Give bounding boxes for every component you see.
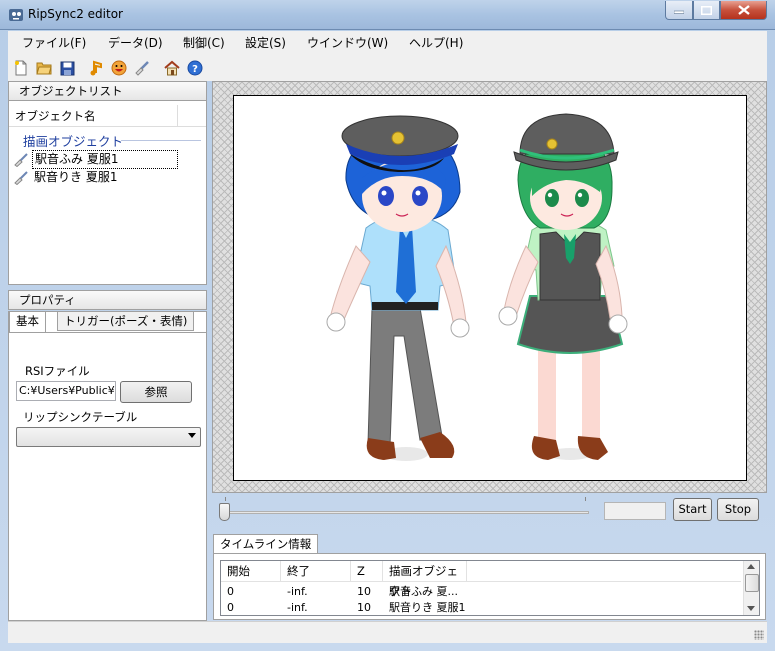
column-header-filler	[178, 105, 206, 127]
cell-start: 0	[227, 585, 234, 598]
title-bar: RipSync2 editor	[0, 0, 775, 30]
stop-button[interactable]: Stop	[717, 498, 759, 521]
canvas-area	[212, 81, 767, 493]
menu-control[interactable]: 制御(C)	[183, 35, 225, 51]
cell-object: 駅音ふみ 夏...	[389, 585, 458, 598]
svg-text:?: ?	[192, 64, 198, 75]
minimize-button[interactable]	[665, 1, 693, 20]
list-item-label: 駅音ふみ 夏服1	[32, 150, 178, 169]
menu-settings[interactable]: 設定(S)	[245, 35, 286, 51]
list-item-label: 駅音りき 夏服1	[34, 170, 118, 184]
new-file-icon[interactable]	[12, 59, 30, 77]
timeline-slider-thumb[interactable]	[219, 503, 230, 521]
cell-start: 0	[227, 601, 234, 614]
cell-z: 10	[357, 601, 371, 614]
timeline-slider-track[interactable]	[221, 511, 589, 514]
resize-grip-icon[interactable]	[754, 630, 764, 640]
brush-icon[interactable]	[133, 59, 151, 77]
menu-data[interactable]: データ(D)	[108, 35, 163, 51]
app-icon	[9, 9, 23, 21]
vertical-scrollbar[interactable]	[743, 561, 759, 615]
slider-tick	[585, 497, 586, 501]
window-title: RipSync2 editor	[28, 7, 123, 21]
tab-timeline-info[interactable]: タイムライン情報	[213, 534, 319, 554]
cell-end: -inf.	[287, 601, 308, 614]
group-label: 描画オブジェクト	[23, 134, 124, 149]
maximize-icon	[701, 5, 712, 15]
cell-z: 10	[357, 585, 371, 598]
character-preview-image	[326, 113, 628, 461]
cell-object: 駅音りき 夏服1	[389, 601, 466, 614]
start-button[interactable]: Start	[673, 498, 712, 521]
brush-icon	[14, 170, 28, 185]
lipsync-table-label: リップシンクテーブル	[23, 410, 138, 424]
close-button[interactable]	[720, 1, 767, 20]
tab-body: RSIファイル C:¥Users¥Public¥D 参照 リップシンクテーブル	[9, 332, 206, 620]
close-icon	[737, 5, 750, 15]
music-note-icon[interactable]	[87, 59, 105, 77]
scrollbar-thumb[interactable]	[745, 574, 759, 592]
menu-file[interactable]: ファイル(F)	[22, 35, 86, 51]
rsi-file-field[interactable]: C:¥Users¥Public¥D	[16, 381, 116, 401]
timeline-list[interactable]: 開始 終了 Z 描画オブジェクト 0 -inf. 10 駅音ふみ 夏... 0 …	[220, 560, 760, 616]
save-icon[interactable]	[58, 59, 76, 77]
list-item[interactable]: 駅音ふみ 夏服1	[14, 150, 178, 169]
rsi-file-label: RSIファイル	[25, 364, 90, 378]
timeline-header: 開始 終了 Z 描画オブジェクト	[221, 561, 741, 598]
character-fumi	[326, 115, 470, 461]
column-header-end[interactable]: 終了	[281, 561, 351, 582]
table-row[interactable]: 0 -inf. 10 駅音ふみ 夏...	[221, 584, 741, 599]
column-header-z[interactable]: Z	[351, 561, 383, 582]
table-row[interactable]: 0 -inf. 10 駅音りき 夏服1	[221, 600, 741, 615]
help-icon[interactable]: ?	[186, 59, 204, 77]
preview-canvas[interactable]	[233, 95, 747, 481]
toolbar: ?	[8, 55, 767, 81]
tab-trigger[interactable]: トリガー(ポーズ・表情)	[57, 311, 195, 331]
character-riki	[498, 113, 628, 460]
open-folder-icon[interactable]	[35, 59, 53, 77]
slider-tick	[225, 497, 226, 501]
home-icon[interactable]	[163, 59, 181, 77]
list-item[interactable]: 駅音りき 夏服1	[14, 169, 119, 186]
lipsync-table-select[interactable]	[16, 427, 201, 447]
face-icon[interactable]	[110, 59, 128, 77]
object-list-header: オブジェクトリスト	[8, 81, 207, 101]
scroll-down-icon[interactable]	[747, 606, 755, 611]
browse-button[interactable]: 参照	[120, 381, 192, 403]
menu-window[interactable]: ウインドウ(W)	[307, 35, 388, 51]
maximize-button[interactable]	[693, 1, 720, 20]
status-bar	[8, 621, 767, 643]
properties-header: プロパティ	[8, 290, 207, 310]
group-divider	[121, 140, 201, 141]
properties-panel: 基本 トリガー(ポーズ・表情) RSIファイル C:¥Users¥Public¥…	[8, 311, 207, 621]
brush-icon	[14, 152, 28, 167]
menu-bar: ファイル(F) データ(D) 制御(C) 設定(S) ウインドウ(W) ヘルプ(…	[8, 31, 767, 55]
object-list[interactable]: オブジェクト名 描画オブジェクト 駅音ふみ 夏服1 駅音りき 夏服1	[8, 101, 207, 285]
tab-basic[interactable]: 基本	[9, 311, 46, 332]
menu-help[interactable]: ヘルプ(H)	[409, 35, 463, 51]
cell-end: -inf.	[287, 585, 308, 598]
object-name-column-header[interactable]: オブジェクト名	[9, 105, 178, 127]
minimize-icon	[674, 10, 684, 14]
column-header-start[interactable]: 開始	[221, 561, 281, 582]
timeline-panel: 開始 終了 Z 描画オブジェクト 0 -inf. 10 駅音ふみ 夏... 0 …	[213, 553, 766, 620]
time-display	[604, 502, 666, 520]
scroll-up-icon[interactable]	[747, 564, 755, 569]
chevron-down-icon	[188, 433, 196, 438]
column-header-object[interactable]: 描画オブジェクト	[383, 561, 467, 598]
